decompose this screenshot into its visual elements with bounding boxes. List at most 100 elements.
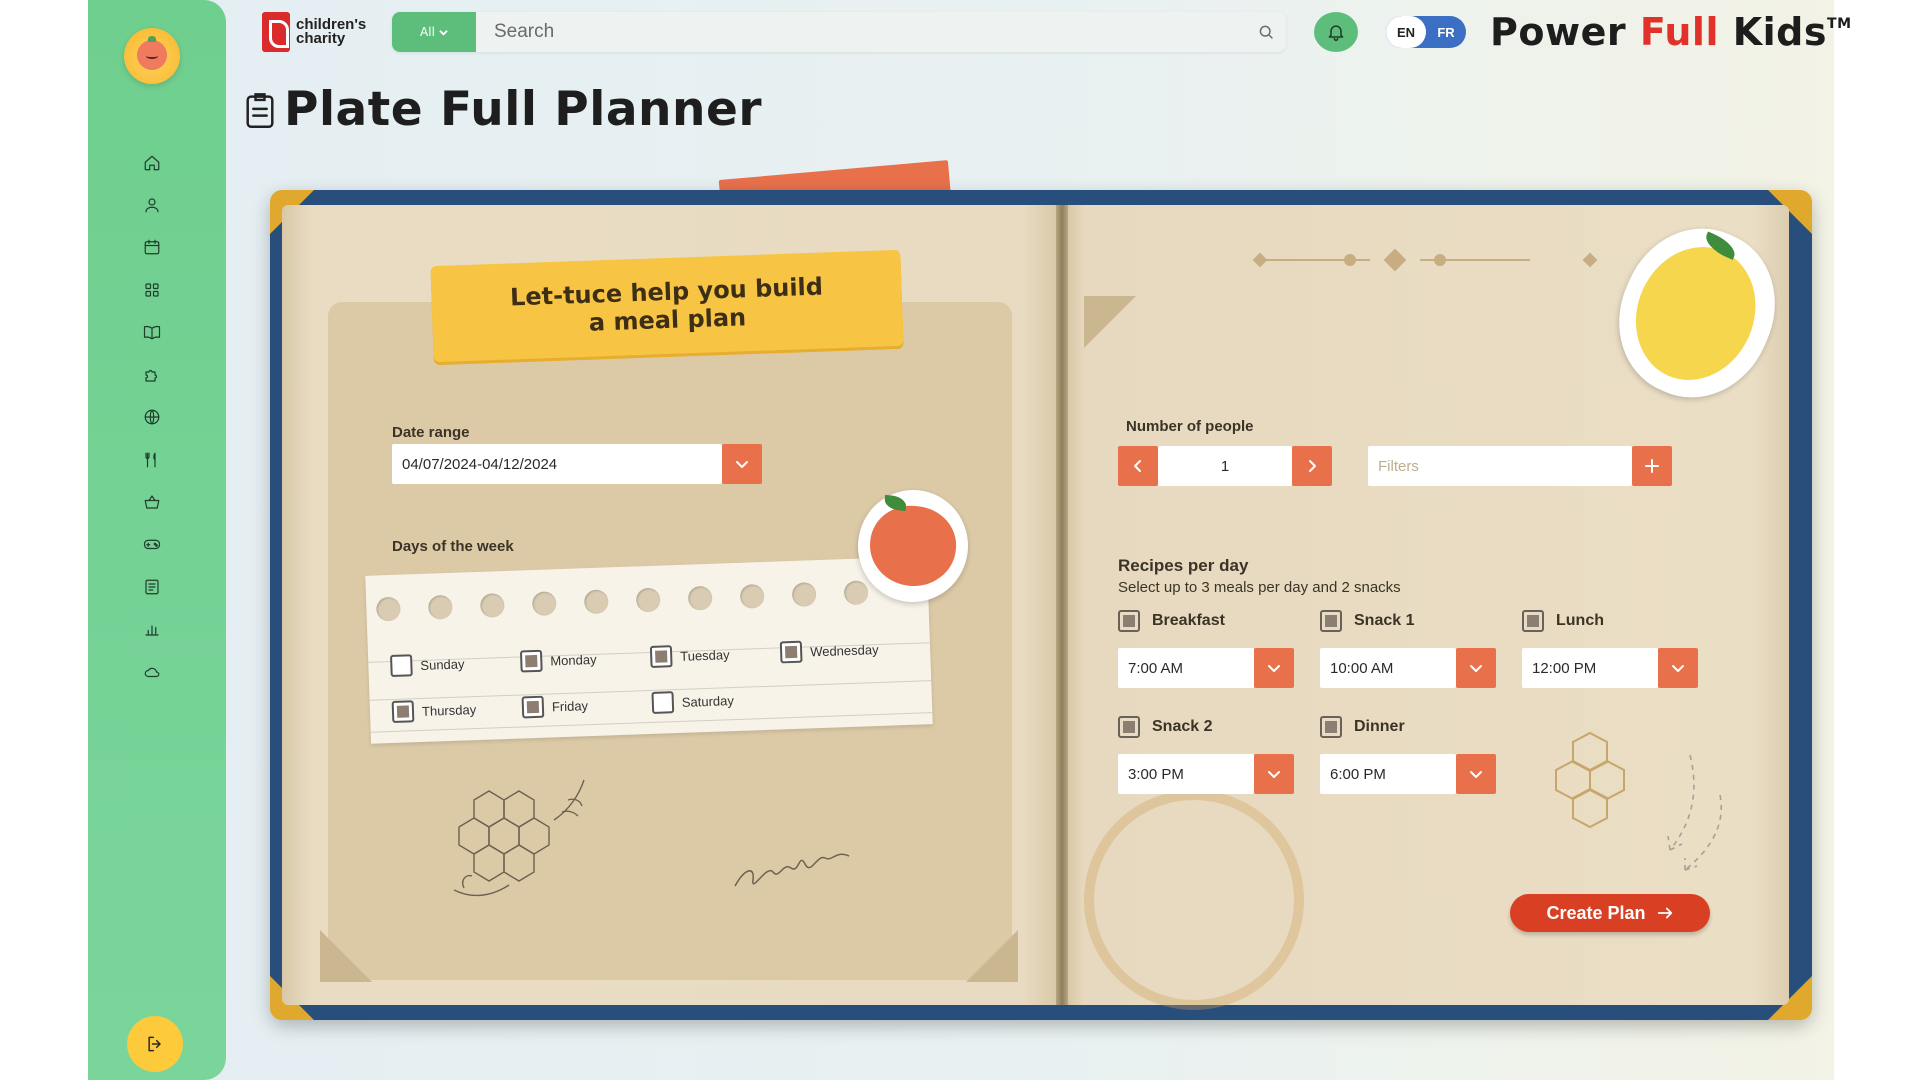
avatar[interactable] — [124, 28, 180, 84]
date-range-field[interactable]: 04/07/2024-04/12/2024 — [392, 444, 722, 484]
create-plan-button[interactable]: Create Plan — [1510, 894, 1710, 932]
grid-icon[interactable] — [142, 280, 162, 300]
charity-logo[interactable]: children's charity — [262, 12, 368, 52]
meal-dinner-time-dropdown[interactable] — [1456, 754, 1496, 794]
people-count-field[interactable]: 1 — [1158, 446, 1292, 486]
day-label: Thursday — [421, 701, 477, 719]
notepad-hole — [687, 585, 713, 611]
meal-snack2-checkbox[interactable]: Snack 2 — [1118, 716, 1212, 738]
search-input[interactable] — [476, 12, 1256, 52]
day-checkbox-sunday[interactable]: Sunday — [390, 652, 465, 678]
user-icon[interactable] — [142, 195, 162, 215]
meal-snack2-time-dropdown[interactable] — [1254, 754, 1294, 794]
checkbox[interactable] — [521, 695, 545, 719]
checkbox[interactable] — [1320, 610, 1342, 632]
notepad-hole — [739, 583, 765, 609]
days-notepad: Sunday Monday Tuesday Wednesday Thursday… — [365, 556, 933, 744]
notepad-hole — [843, 580, 869, 606]
meal-dinner-time[interactable]: 6:00 PM — [1320, 754, 1456, 794]
basket-icon[interactable] — [142, 492, 162, 512]
book-spine — [1056, 205, 1068, 1005]
checkbox[interactable] — [1118, 716, 1140, 738]
globe-icon[interactable] — [142, 407, 162, 427]
meal-label: Snack 1 — [1354, 612, 1415, 629]
lang-en[interactable]: EN — [1386, 16, 1426, 48]
utensils-icon[interactable] — [142, 450, 162, 470]
checkbox[interactable] — [1118, 610, 1140, 632]
page-header: Plate Full Planner — [244, 82, 762, 137]
site-title: Power Full KidsTM — [1490, 10, 1852, 54]
book-icon[interactable] — [142, 322, 162, 342]
filters-field[interactable]: Filters — [1368, 446, 1632, 486]
day-checkbox-thursday[interactable]: Thursday — [391, 698, 477, 723]
day-checkbox-monday[interactable]: Monday — [519, 648, 597, 673]
bell-icon — [1328, 25, 1344, 42]
day-checkbox-wednesday[interactable]: Wednesday — [779, 638, 879, 664]
honeycomb-doodle — [453, 779, 585, 897]
dashed-arrow-doodle — [1667, 754, 1722, 871]
meal-lunch-time[interactable]: 12:00 PM — [1522, 648, 1658, 688]
day-checkbox-friday[interactable]: Friday — [521, 694, 589, 719]
checkbox[interactable] — [391, 700, 415, 723]
meal-lunch-time-dropdown[interactable] — [1658, 648, 1698, 688]
language-toggle[interactable]: EN FR — [1386, 16, 1466, 48]
right-margin — [1834, 0, 1920, 1080]
day-label: Tuesday — [679, 646, 730, 664]
recipes-title: Recipes per day — [1118, 556, 1249, 575]
checkbox[interactable] — [390, 654, 413, 678]
checkbox[interactable] — [1522, 610, 1544, 632]
chart-icon[interactable] — [142, 619, 162, 639]
page-corner-fold — [320, 930, 372, 982]
search-scope-dropdown[interactable]: All — [392, 12, 476, 52]
day-checkbox-saturday[interactable]: Saturday — [651, 689, 734, 714]
meal-lunch-checkbox[interactable]: Lunch — [1522, 610, 1604, 632]
coffee-stain-decoration — [1084, 790, 1304, 1010]
chevron-right-icon — [1309, 460, 1316, 472]
search-scope-label: All — [420, 25, 435, 39]
meal-label: Snack 2 — [1152, 718, 1213, 735]
gamepad-icon[interactable] — [142, 534, 162, 554]
meal-breakfast-time[interactable]: 7:00 AM — [1118, 648, 1254, 688]
meal-snack1-time[interactable]: 10:00 AM — [1320, 648, 1456, 688]
date-range-dropdown-button[interactable] — [722, 444, 762, 484]
meal-snack1-time-dropdown[interactable] — [1456, 648, 1496, 688]
notes-icon[interactable] — [142, 577, 162, 597]
checkbox[interactable] — [649, 645, 673, 668]
day-checkbox-tuesday[interactable]: Tuesday — [649, 643, 730, 668]
lang-fr[interactable]: FR — [1426, 16, 1466, 48]
notifications-button[interactable] — [1314, 12, 1358, 52]
notepad-hole — [376, 596, 401, 622]
chevron-down-icon — [1268, 771, 1280, 778]
arrow-right-icon — [1657, 907, 1672, 919]
trademark: TM — [1827, 16, 1852, 32]
home-icon[interactable] — [142, 153, 162, 173]
checkbox[interactable] — [519, 649, 543, 673]
notepad-line — [369, 680, 932, 701]
day-label: Sunday — [420, 655, 465, 673]
recipes-subtitle: Select up to 3 meals per day and 2 snack… — [1118, 579, 1401, 596]
puzzle-icon[interactable] — [142, 365, 162, 385]
search-icon[interactable] — [1258, 24, 1274, 40]
logout-button[interactable] — [127, 1016, 183, 1072]
meal-snack2-time[interactable]: 3:00 PM — [1118, 754, 1254, 794]
meal-breakfast-checkbox[interactable]: Breakfast — [1118, 610, 1225, 632]
meal-breakfast-time-dropdown[interactable] — [1254, 648, 1294, 688]
chevron-down-icon — [1470, 771, 1482, 778]
people-decrement-button[interactable] — [1118, 446, 1158, 486]
checkbox[interactable] — [1320, 716, 1342, 738]
calendar-icon[interactable] — [142, 237, 162, 257]
meal-snack1-checkbox[interactable]: Snack 1 — [1320, 610, 1414, 632]
meal-dinner-checkbox[interactable]: Dinner — [1320, 716, 1405, 738]
day-label: Monday — [550, 651, 597, 668]
charity-logo-mark — [262, 12, 290, 52]
people-increment-button[interactable] — [1292, 446, 1332, 486]
cloud-icon[interactable] — [142, 662, 162, 682]
page-corner-fold — [1084, 296, 1136, 348]
add-filter-button[interactable] — [1632, 446, 1672, 486]
day-label: Wednesday — [809, 641, 879, 659]
plus-icon — [1645, 459, 1659, 473]
banner-text: Let-tuce help you build a meal plan — [509, 272, 824, 337]
charity-logo-text: children's charity — [296, 16, 367, 47]
checkbox[interactable] — [651, 691, 675, 714]
checkbox[interactable] — [779, 640, 803, 664]
